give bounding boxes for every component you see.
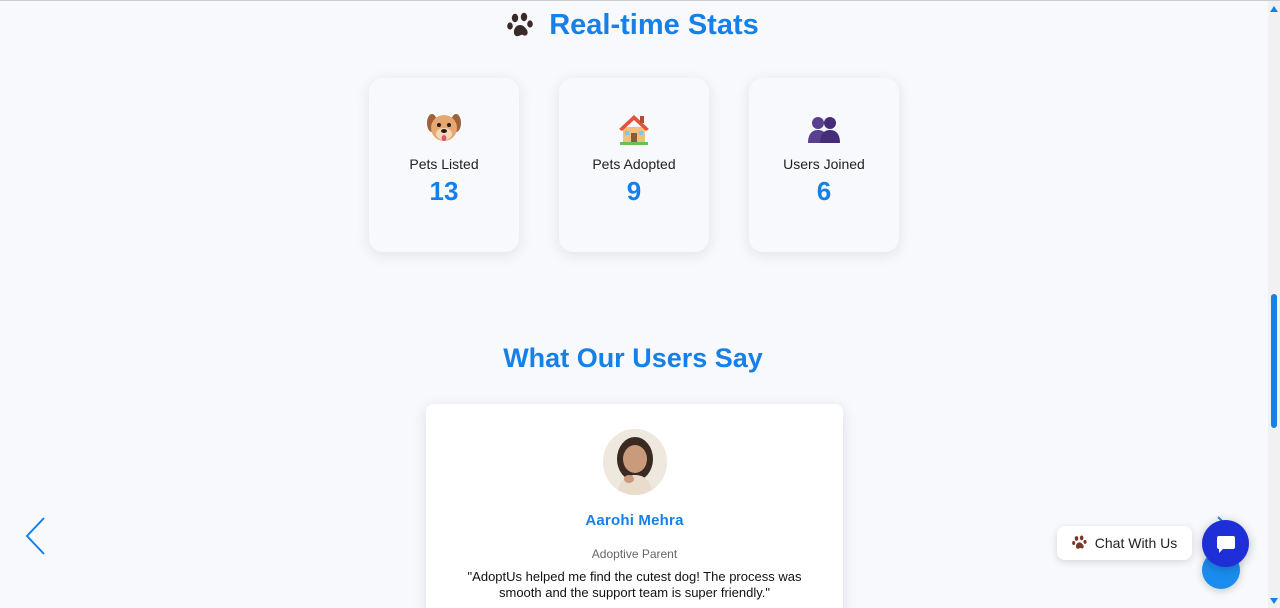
chat-with-us-button[interactable]: Chat With Us bbox=[1057, 526, 1192, 560]
house-icon bbox=[619, 115, 649, 145]
stat-value: 6 bbox=[816, 176, 832, 206]
users-icon bbox=[808, 117, 840, 143]
stat-label: Pets Listed bbox=[409, 156, 479, 172]
avatar bbox=[602, 429, 667, 495]
page-scrollbar[interactable] bbox=[1268, 1, 1280, 608]
open-chat-button[interactable] bbox=[1202, 520, 1249, 567]
testimonials-section-title: What Our Users Say bbox=[503, 343, 763, 373]
paw-icon bbox=[1071, 535, 1087, 549]
stat-card-pets-listed: Pets Listed 13 bbox=[369, 78, 519, 252]
stats-section-title: Real-time Stats bbox=[0, 9, 1266, 42]
dog-face-icon bbox=[427, 114, 461, 141]
stat-card-pets-adopted: Pets Adopted 9 bbox=[559, 78, 709, 252]
chat-with-us-label: Chat With Us bbox=[1094, 535, 1178, 551]
testimonial-role: Adoptive Parent bbox=[591, 547, 678, 561]
testimonial-card: Aarohi Mehra Adoptive Parent "AdoptUs he… bbox=[426, 404, 843, 608]
stat-label: Pets Adopted bbox=[592, 156, 676, 172]
stats-title-text: Real-time Stats bbox=[549, 9, 759, 41]
testimonial-name: Aarohi Mehra bbox=[585, 512, 684, 529]
previous-arrow-icon[interactable] bbox=[22, 515, 52, 557]
paw-icon bbox=[507, 12, 534, 36]
stat-label: Users Joined bbox=[783, 156, 865, 172]
scroll-up-icon[interactable] bbox=[1270, 5, 1278, 13]
testimonial-quote: "AdoptUs helped me find the cutest dog! … bbox=[467, 569, 802, 600]
scrollbar-thumb[interactable] bbox=[1271, 294, 1277, 428]
stat-card-users-joined: Users Joined 6 bbox=[749, 78, 899, 252]
scroll-down-icon[interactable] bbox=[1270, 597, 1278, 605]
stat-value: 13 bbox=[429, 176, 459, 206]
stat-value: 9 bbox=[626, 176, 642, 206]
chat-bubble-icon bbox=[1216, 535, 1235, 553]
